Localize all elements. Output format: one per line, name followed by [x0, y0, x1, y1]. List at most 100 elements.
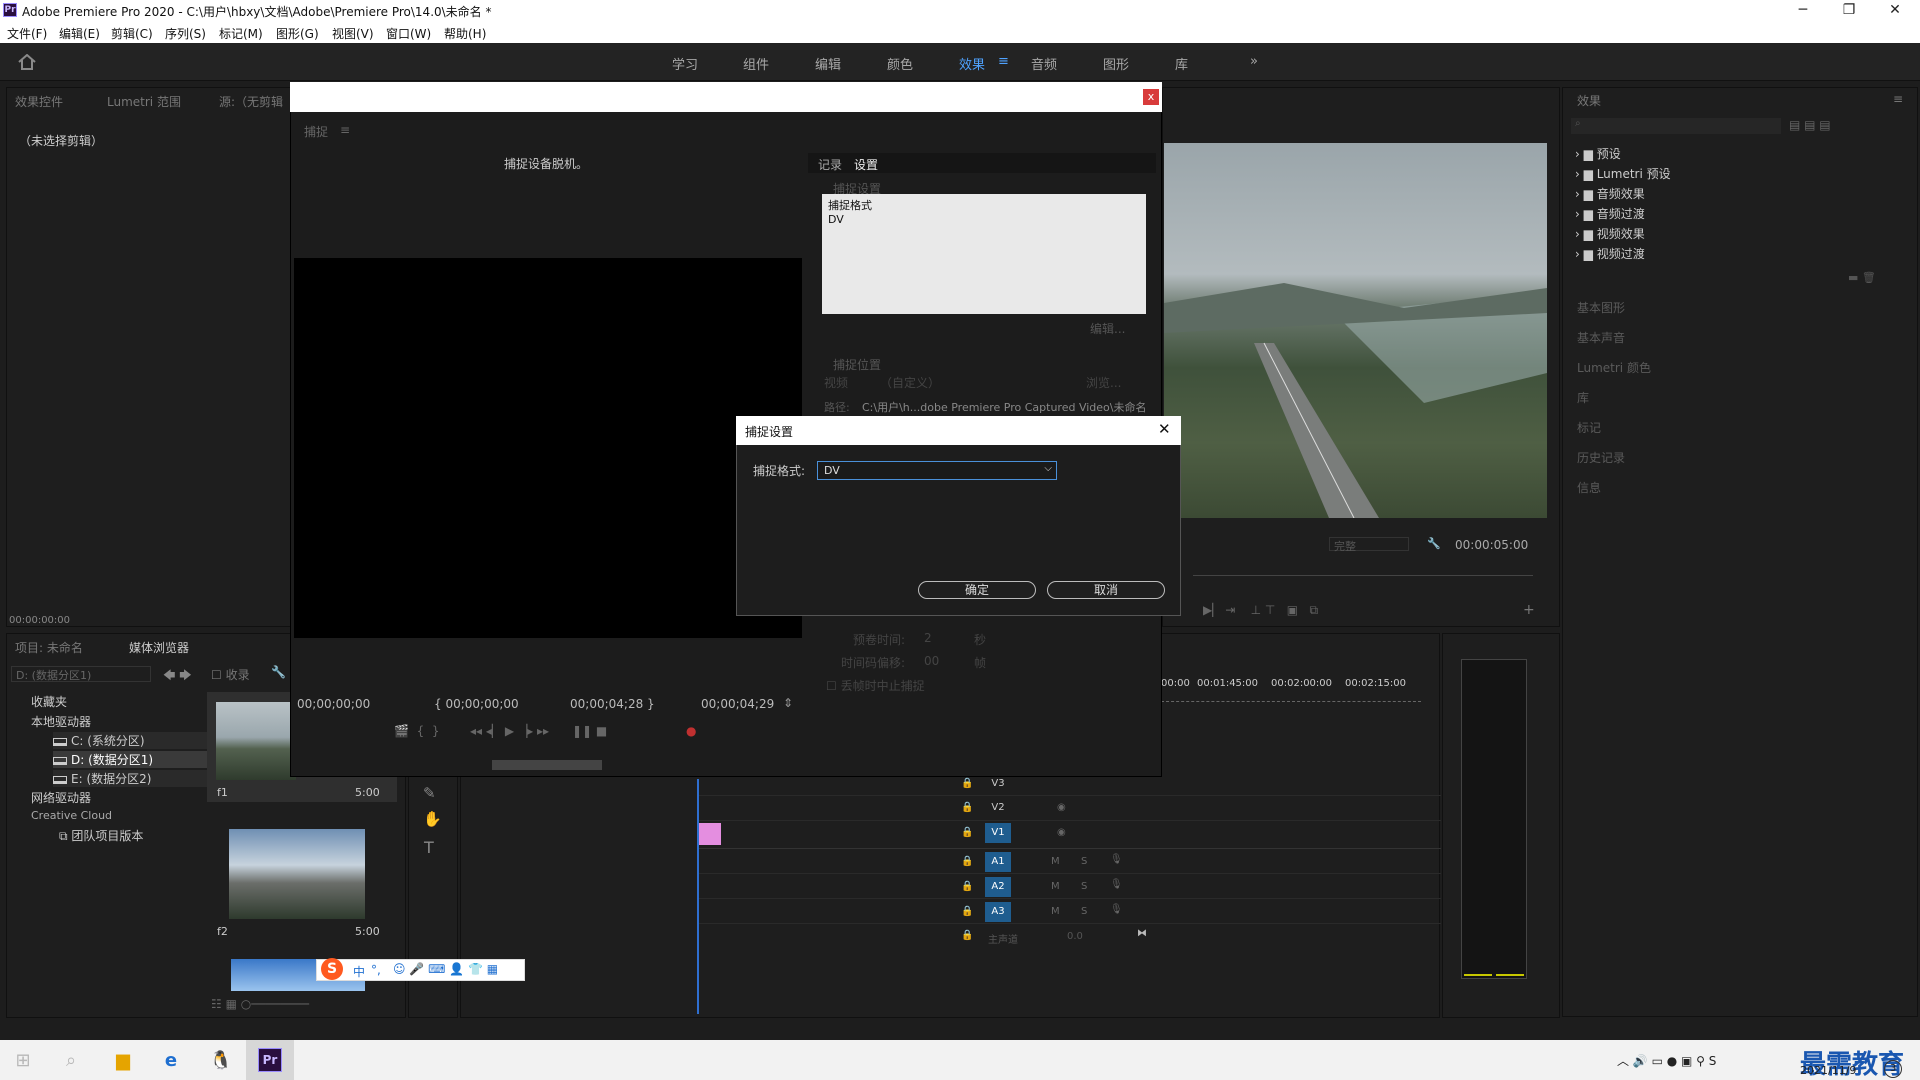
menu-edit[interactable]: 编辑(E) [59, 25, 100, 42]
lock-icon[interactable]: 🔒 [961, 802, 973, 813]
ime-toolbar[interactable]: S 中 °, ☺ 🎤 ⌨ 👤 👕 ▦ [316, 958, 525, 981]
menu-file[interactable]: 文件(F) [7, 25, 47, 42]
track-v2[interactable]: V2 [985, 798, 1011, 818]
qq-icon[interactable]: 🐧 [208, 1048, 234, 1074]
section-history[interactable]: 历史记录 [1577, 449, 1625, 466]
wrench-icon[interactable]: 🔧 [271, 665, 286, 679]
mic-icon[interactable]: 🎙 [1110, 904, 1123, 915]
settings-wrench-icon[interactable]: 🔧 [1427, 537, 1441, 550]
tab-lumetri-scopes[interactable]: Lumetri 范围 [107, 93, 181, 110]
track-a2[interactable]: A2 [985, 877, 1011, 897]
menu-sequence[interactable]: 序列(S) [165, 25, 206, 42]
capture-transport-icon[interactable]: 🎬 { } ◂◂ ◂▏ ▶ ▕▸ ▸▸ ❚❚ ■ [394, 724, 607, 738]
transport-controls-icon[interactable]: ▶▏ ⇥ ⊥ ⊤ ▣ ⧉ [1203, 603, 1318, 618]
clip-on-v1[interactable] [699, 823, 721, 845]
tab-effect-controls[interactable]: 效果控件 [15, 93, 63, 110]
tree-team-projects[interactable]: ⧉ 团队项目版本 [59, 827, 143, 844]
abort-on-dropped-checkbox[interactable]: ☐ 丢帧时中止捕捉 [826, 677, 925, 694]
ime-punctuation[interactable]: °, [371, 963, 381, 977]
mic-icon[interactable]: 🎙 [1110, 879, 1123, 890]
workspace-libraries[interactable]: 库 [1175, 54, 1188, 73]
timecode-toggle-icon[interactable]: ⇕ [783, 696, 793, 710]
eye-icon[interactable]: ◉ [1057, 802, 1066, 813]
lock-icon[interactable]: 🔒 [961, 778, 973, 789]
pen-tool-icon[interactable]: ✎ [423, 784, 436, 802]
ok-button[interactable]: 确定 [918, 581, 1036, 599]
panel-menu-icon[interactable]: ≡ [1893, 92, 1903, 106]
track-v3[interactable]: V3 [985, 774, 1011, 794]
tab-project[interactable]: 项目: 未命名 [15, 639, 83, 656]
eye-icon[interactable]: ◉ [1057, 827, 1066, 838]
workspace-editing[interactable]: 编辑 [815, 54, 841, 73]
tree-creative-cloud[interactable]: Creative Cloud [31, 809, 112, 822]
lock-icon[interactable]: 🔒 [961, 930, 973, 941]
mic-icon[interactable]: 🎙 [1110, 854, 1123, 865]
tray-icons[interactable]: ︿ 🔊 ▭ ● ▣ ⚲ S [1617, 1052, 1716, 1069]
timecode-offset-input[interactable]: 00 [924, 654, 939, 668]
solo-button[interactable]: S [1081, 856, 1087, 867]
notification-badge[interactable]: 3 [1884, 1060, 1902, 1078]
ingest-checkbox[interactable]: ☐ 收录 [211, 666, 250, 683]
workspace-effects[interactable]: 效果 [959, 54, 985, 73]
back-arrow-icon[interactable]: 🡄 🡆 [163, 666, 192, 687]
tab-media-browser[interactable]: 媒体浏览器 [129, 639, 189, 656]
capture-tc-out[interactable]: 00;00;04;29 [701, 697, 774, 711]
restore-button[interactable]: ❐ [1826, 0, 1872, 22]
workspace-color[interactable]: 颜色 [887, 54, 913, 73]
menu-window[interactable]: 窗口(W) [386, 25, 431, 42]
menu-clip[interactable]: 剪辑(C) [111, 25, 153, 42]
new-bin-icon[interactable]: ▬ 🗑 [1848, 271, 1876, 284]
effects-item-lumetri-presets[interactable]: › ▆ Lumetri 预设 [1575, 165, 1671, 182]
effects-item-presets[interactable]: › ▆ 预设 [1575, 145, 1621, 162]
preroll-input[interactable]: 2 [924, 631, 932, 645]
capture-format-select[interactable]: DV ⌵ [817, 461, 1057, 480]
track-a1[interactable]: A1 [985, 852, 1011, 872]
tree-drive-d[interactable]: D: (数据分区1) [53, 751, 213, 768]
windows-start-icon[interactable]: ⊞ [10, 1048, 36, 1074]
edge-browser-icon[interactable]: e [158, 1048, 184, 1074]
tree-network-drives[interactable]: 网络驱动器 [31, 789, 91, 806]
mute-button[interactable]: M [1051, 906, 1060, 917]
edit-settings-button[interactable]: 编辑... [1090, 320, 1125, 337]
workspace-learn[interactable]: 学习 [672, 54, 698, 73]
section-essential-graphics[interactable]: 基本图形 [1577, 299, 1625, 316]
minimize-button[interactable]: ─ [1780, 0, 1826, 22]
video-location-select[interactable]: （自定义） [880, 374, 940, 391]
effects-item-video-transitions[interactable]: › ▆ 视频过渡 [1575, 245, 1645, 262]
effects-item-audio-effects[interactable]: › ▆ 音频效果 [1575, 185, 1645, 202]
mute-button[interactable]: M [1051, 856, 1060, 867]
ime-tools-icon[interactable]: ☺ 🎤 ⌨ 👤 👕 ▦ [393, 962, 498, 976]
workspace-menu-icon[interactable]: ≡ [998, 54, 1009, 69]
section-essential-sound[interactable]: 基本声音 [1577, 329, 1625, 346]
hand-tool-icon[interactable]: ✋ [423, 810, 442, 828]
ime-language[interactable]: 中 [353, 963, 365, 980]
workspace-graphics[interactable]: 图形 [1103, 54, 1129, 73]
workspace-assembly[interactable]: 组件 [743, 54, 769, 73]
capture-tc-in[interactable]: { 00;00;00;00 [434, 697, 519, 711]
lock-icon[interactable]: 🔒 [961, 856, 973, 867]
add-button-icon[interactable]: + [1523, 602, 1535, 618]
workspace-overflow-icon[interactable]: » [1250, 54, 1258, 69]
effects-item-audio-transitions[interactable]: › ▆ 音频过渡 [1575, 205, 1645, 222]
capture-tc-duration[interactable]: 00;00;04;28 } [570, 697, 655, 711]
tree-favorites[interactable]: 收藏夹 [31, 693, 67, 710]
shuttle-slider[interactable] [492, 760, 602, 770]
program-video-frame[interactable] [1164, 143, 1547, 518]
track-v1[interactable]: V1 [985, 823, 1011, 843]
tree-drive-c[interactable]: C: (系统分区) [53, 732, 213, 749]
master-end-icon[interactable]: ⧓ [1137, 928, 1147, 939]
close-window-button[interactable]: ✕ [1872, 0, 1918, 22]
playhead[interactable] [697, 779, 699, 1014]
record-button-icon[interactable]: ● [686, 724, 696, 738]
new-preset-bin-icon[interactable]: ▤ ▤ ▤ [1789, 118, 1831, 132]
cancel-button[interactable]: 取消 [1047, 581, 1165, 599]
capture-close-button[interactable]: x [1143, 89, 1159, 105]
tree-drive-e[interactable]: E: (数据分区2) [53, 770, 213, 787]
menu-help[interactable]: 帮助(H) [444, 25, 486, 42]
dialog-close-button[interactable]: ✕ [1158, 420, 1171, 438]
menu-marker[interactable]: 标记(M) [219, 25, 263, 42]
effects-item-video-effects[interactable]: › ▆ 视频效果 [1575, 225, 1645, 242]
lock-icon[interactable]: 🔒 [961, 827, 973, 838]
capture-tc-current[interactable]: 00;00;00;00 [297, 697, 370, 711]
track-a3[interactable]: A3 [985, 902, 1011, 922]
